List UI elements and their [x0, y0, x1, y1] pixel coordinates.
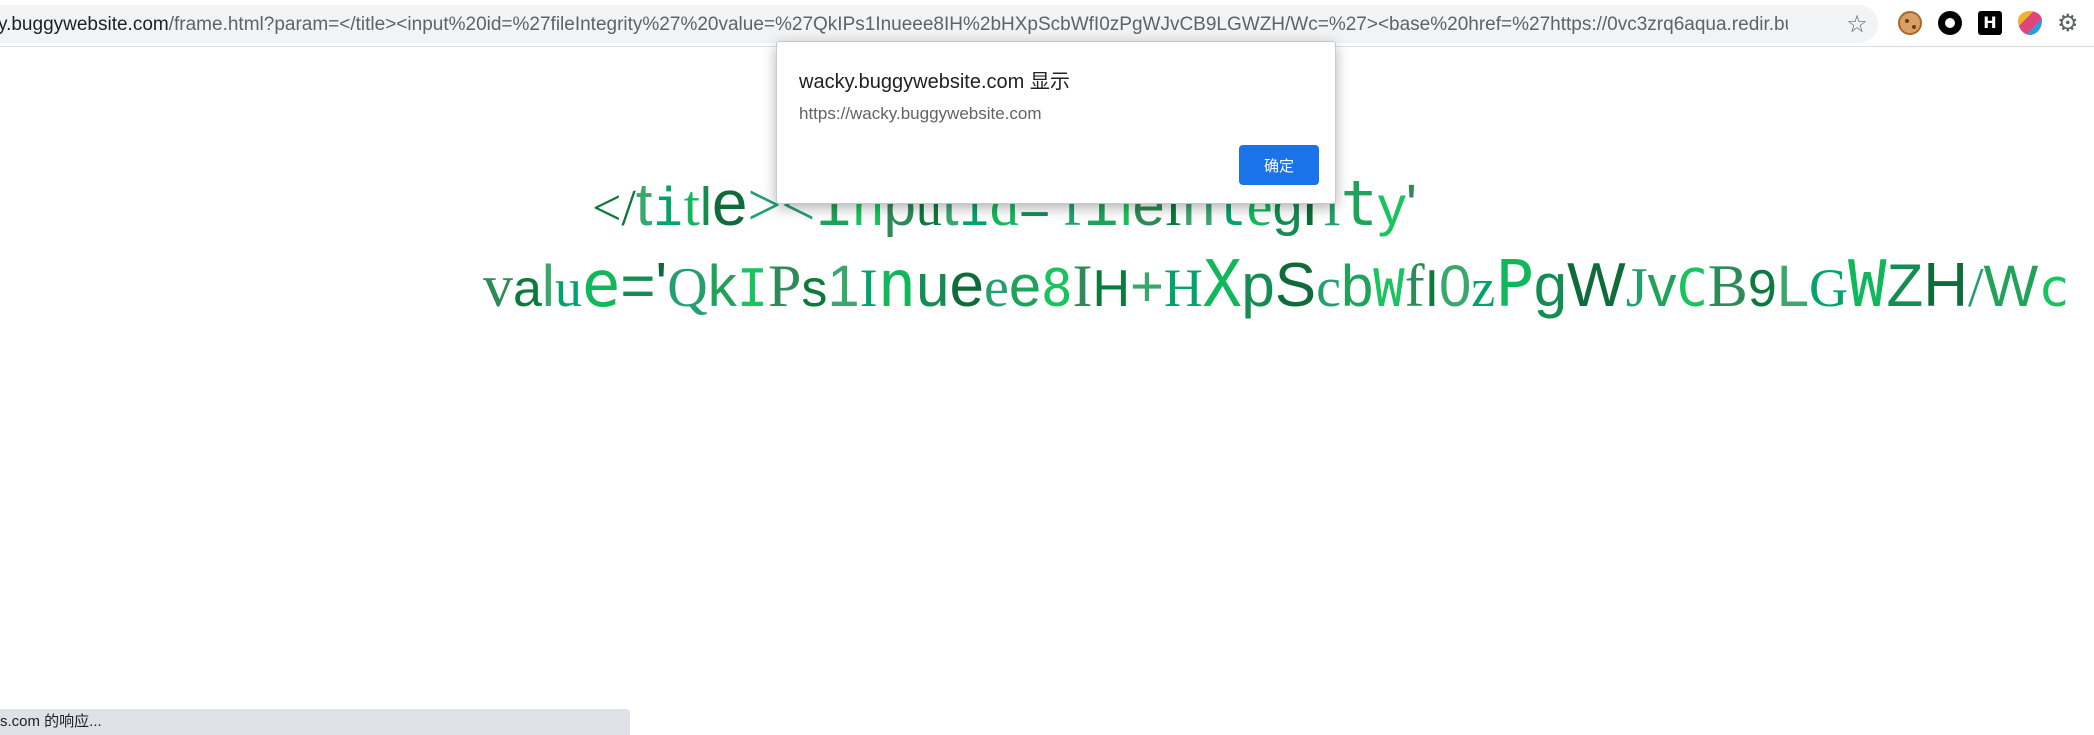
page-glyph: = [620, 252, 656, 319]
page-text-line-2: value='QkIPs1Inueee8IH+HXpScbWfI0zPgWJvC… [483, 250, 2070, 324]
address-bar[interactable]: y.buggywebsite.com/frame.html?param=</ti… [0, 5, 1878, 43]
url-text[interactable]: y.buggywebsite.com/frame.html?param=</ti… [0, 14, 1788, 36]
page-glyph: Z [1886, 252, 1924, 319]
h-extension-icon[interactable]: H [1978, 11, 2002, 35]
url-host: y.buggywebsite.com [0, 14, 169, 35]
page-glyph: t [635, 171, 653, 238]
page-glyph: S [1274, 251, 1317, 320]
ok-button[interactable]: 确定 [1239, 145, 1319, 185]
page-glyph: y [1377, 174, 1406, 237]
url-path: /frame.html?param=</title><input%20id=%2… [168, 14, 1788, 35]
page-glyph: X [1202, 248, 1242, 322]
page-glyph: b [1341, 254, 1374, 319]
page-glyph: H [1163, 258, 1203, 318]
page-glyph: 8 [1041, 259, 1073, 319]
page-glyph: e [581, 248, 621, 322]
status-bar: s.com 的响应... [0, 709, 630, 735]
page-glyph: c [1316, 257, 1341, 319]
cookie-extension-icon[interactable] [1898, 11, 1922, 35]
alert-dialog: wacky.buggywebsite.com 显示 https://wacky.… [776, 41, 1336, 204]
page-glyph: l [541, 254, 555, 319]
page-glyph: Q [667, 257, 708, 319]
page-glyph: z [1471, 258, 1496, 318]
page-glyph: v [483, 253, 513, 319]
page-glyph: p [1241, 252, 1275, 319]
page-glyph: I [1072, 253, 1093, 319]
page-glyph: t [683, 173, 700, 238]
page-glyph: f [1404, 253, 1425, 319]
page-glyph: I [736, 259, 768, 319]
page-glyph: / [1967, 257, 1984, 319]
dialog-message: https://wacky.buggywebsite.com [799, 104, 1042, 123]
page-glyph: e [711, 167, 748, 239]
page-glyph: W [1848, 248, 1887, 322]
page-glyph: W [1983, 254, 2039, 319]
page-glyph: 1 [827, 254, 860, 319]
page-glyph: W [1373, 259, 1405, 319]
page-glyph: u [916, 252, 950, 319]
dialog-title: wacky.buggywebsite.com 显示 [799, 71, 1070, 93]
page-glyph: n [877, 248, 917, 322]
page-glyph: P [768, 253, 802, 319]
page-glyph: e [949, 251, 985, 320]
page-glyph: l [699, 177, 712, 237]
page-glyph: H [1923, 251, 1968, 320]
ring-extension-icon[interactable] [1938, 11, 1962, 35]
page-glyph: B [1707, 253, 1748, 319]
page-glyph: 9 [1747, 260, 1777, 318]
page-glyph: ' [655, 251, 668, 320]
page-glyph: a [513, 260, 542, 318]
page-glyph: I [1424, 260, 1440, 318]
browser-toolbar: y.buggywebsite.com/frame.html?param=</ti… [0, 0, 2094, 47]
page-glyph: </ [592, 180, 636, 237]
page-glyph: g [1533, 252, 1568, 319]
shield-extension-icon[interactable] [2018, 11, 2042, 35]
page-glyph: ' [1405, 173, 1417, 238]
page-glyph: C [1676, 259, 1708, 319]
star-icon[interactable]: ☆ [1844, 11, 1870, 37]
page-glyph: I [859, 258, 878, 318]
page-glyph: H [1092, 260, 1130, 318]
gear-extension-icon[interactable]: ⚙ [2057, 11, 2081, 35]
page-glyph: L [1776, 254, 1810, 319]
page-glyph: u [554, 258, 582, 318]
page-glyph: + [1130, 254, 1164, 319]
page-glyph: i [652, 178, 684, 238]
page-glyph: e [1008, 254, 1042, 319]
page-glyph: G [1809, 258, 1849, 318]
page-glyph: c [2038, 259, 2070, 319]
page-glyph: t [1340, 167, 1378, 240]
page-glyph: v [1647, 254, 1677, 319]
page-glyph: W [1567, 251, 1626, 320]
page-glyph: P [1495, 248, 1534, 322]
page-glyph: k [707, 254, 737, 319]
page-glyph: e [984, 257, 1009, 319]
page-glyph: J [1625, 257, 1648, 319]
page-glyph: s [801, 260, 828, 318]
page-glyph: 0 [1439, 254, 1472, 319]
